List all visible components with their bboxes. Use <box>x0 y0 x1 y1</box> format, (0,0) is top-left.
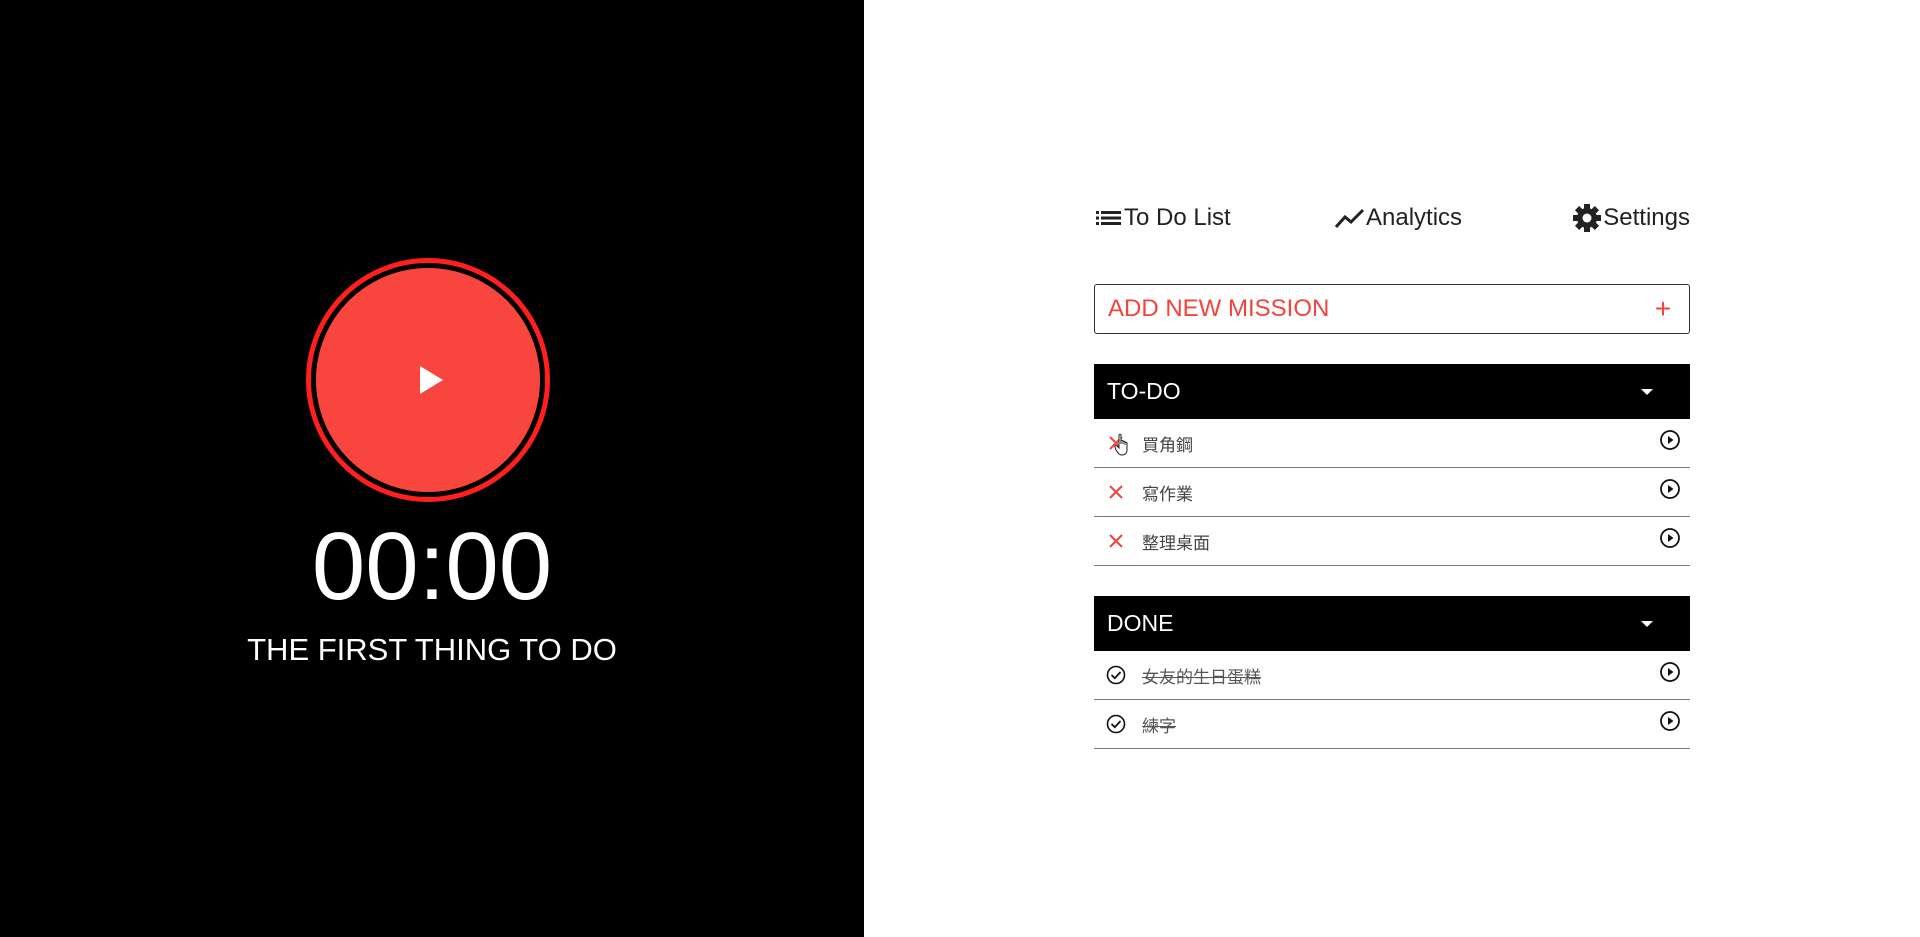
caret-down-icon[interactable] <box>1641 620 1653 627</box>
delete-icon[interactable] <box>1104 529 1128 553</box>
done-item-text: 女友的生日蛋糕 <box>1142 667 1261 687</box>
check-circle-icon[interactable] <box>1104 663 1128 687</box>
todo-item-text: 買角鋼 <box>1142 435 1193 455</box>
check-circle-icon[interactable] <box>1104 712 1128 736</box>
main-panel: To Do List Analytics Settings ADD NEW MI… <box>864 0 1920 937</box>
todo-item: 寫作業 <box>1094 468 1690 517</box>
done-title: DONE <box>1107 610 1174 636</box>
done-item-text: 練字 <box>1142 716 1176 736</box>
app: 00:00 THE FIRST THING TO DO To Do List A… <box>0 0 1920 937</box>
trending-up-icon <box>1334 208 1365 229</box>
play-ring <box>306 258 550 502</box>
play-icon <box>419 366 443 394</box>
todo-item: 整理桌面 <box>1094 517 1690 566</box>
play-circle-icon[interactable] <box>1658 709 1682 733</box>
play-button[interactable] <box>316 268 540 492</box>
play-circle-icon[interactable] <box>1658 660 1682 684</box>
todo-item-text: 整理桌面 <box>1142 533 1210 553</box>
timer-display: 00:00 <box>311 513 553 620</box>
nav-todo-list[interactable]: To Do List <box>1094 200 1231 236</box>
add-mission-bar: + <box>1094 284 1690 334</box>
todo-header[interactable]: TO-DO <box>1094 364 1690 419</box>
done-header[interactable]: DONE <box>1094 596 1690 651</box>
play-circle-icon[interactable] <box>1658 477 1682 501</box>
todo-section: TO-DO 買角鋼 寫作業 整理桌面 <box>1094 364 1690 566</box>
done-section: DONE 女友的生日蛋糕 練字 <box>1094 596 1690 749</box>
nav-settings[interactable]: Settings <box>1571 200 1690 236</box>
add-mission-input[interactable] <box>1095 289 1641 329</box>
nav-analytics-label: Analytics <box>1366 204 1463 231</box>
done-item: 女友的生日蛋糕 <box>1094 651 1690 700</box>
play-circle-icon[interactable] <box>1658 526 1682 550</box>
timer-panel: 00:00 THE FIRST THING TO DO <box>0 0 864 937</box>
nav-settings-label: Settings <box>1603 204 1690 231</box>
todo-item-text: 寫作業 <box>1142 484 1193 504</box>
todo-item: 買角鋼 <box>1094 419 1690 468</box>
nav-analytics[interactable]: Analytics <box>1334 200 1462 236</box>
list-icon <box>1096 211 1121 225</box>
current-task-label: THE FIRST THING TO DO <box>247 632 617 667</box>
delete-icon[interactable] <box>1104 431 1128 455</box>
delete-icon[interactable] <box>1104 480 1128 504</box>
play-circle-icon[interactable] <box>1658 428 1682 452</box>
done-item: 練字 <box>1094 700 1690 749</box>
nav-todo-label: To Do List <box>1124 204 1231 231</box>
add-mission-button[interactable]: + <box>1641 289 1685 329</box>
todo-title: TO-DO <box>1107 378 1181 404</box>
gear-icon <box>1573 204 1602 232</box>
nav-bar: To Do List Analytics Settings <box>1094 200 1690 236</box>
caret-down-icon[interactable] <box>1641 388 1653 395</box>
